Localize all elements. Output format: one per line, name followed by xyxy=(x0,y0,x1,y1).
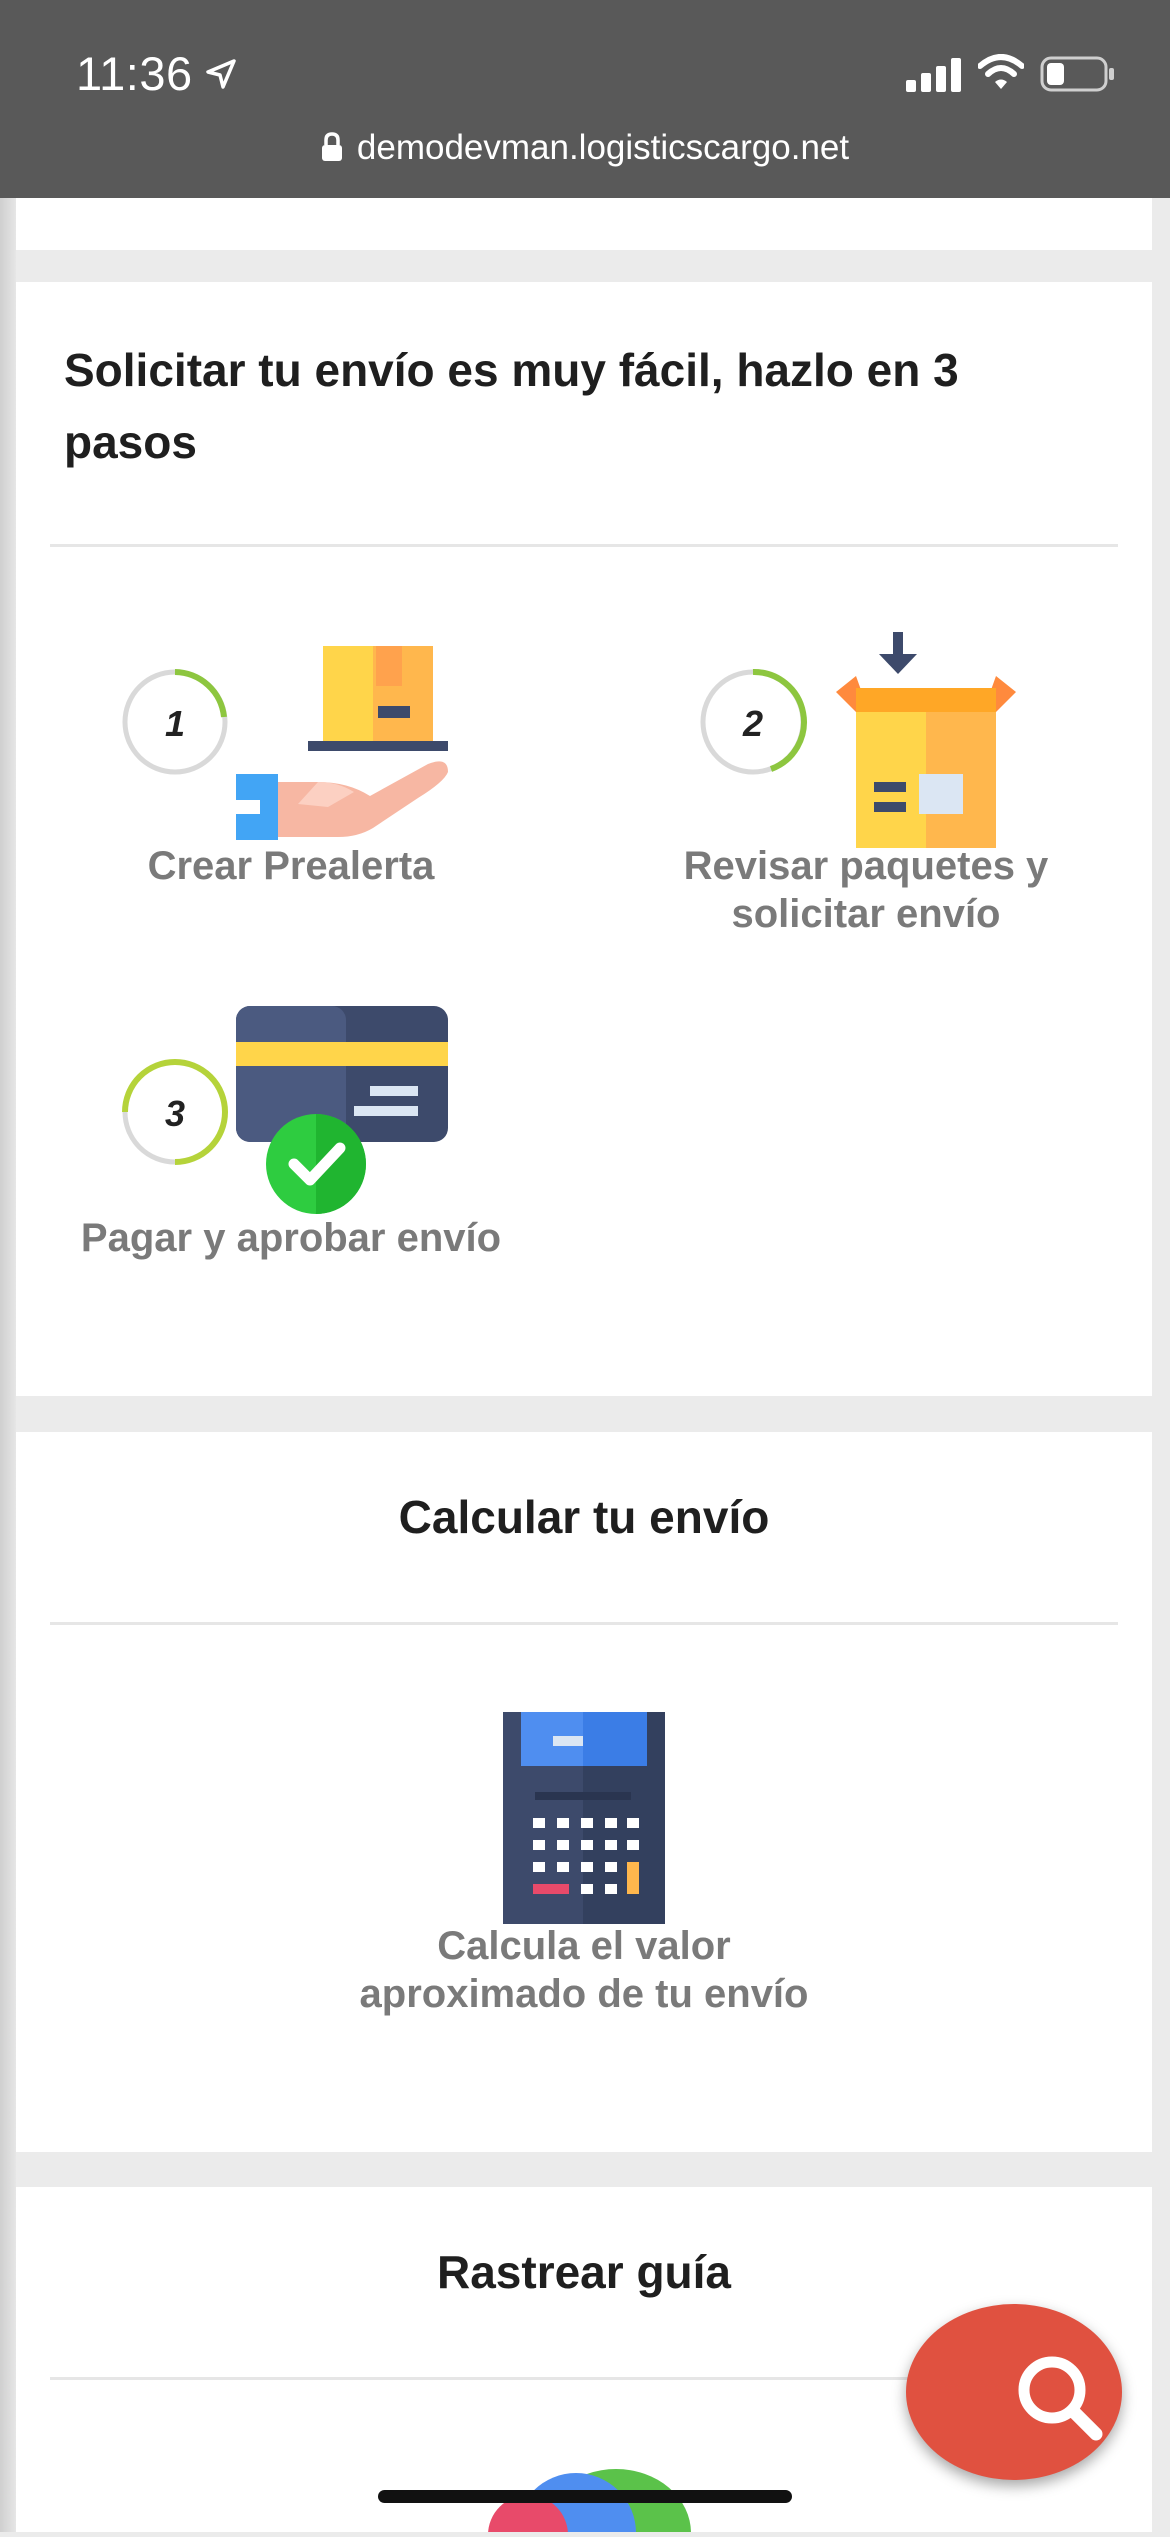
cellular-signal-icon xyxy=(906,58,962,97)
step-number-ring-icon: 2 xyxy=(700,668,807,775)
credit-card-check-icon xyxy=(236,1006,448,1214)
calc-divider xyxy=(50,1622,1118,1625)
status-time: 11:36 xyxy=(76,47,193,100)
calc-card: Calcular tu envío Calcula el valor aprox… xyxy=(16,1432,1152,2152)
address-bar[interactable]: demodevman.logisticscargo.net xyxy=(0,128,1170,171)
location-arrow-icon xyxy=(205,58,237,95)
step-3-label[interactable]: Pagar y aprobar envío xyxy=(76,1214,506,1262)
open-box-icon xyxy=(836,632,1016,848)
lock-icon xyxy=(321,131,343,171)
step-2-label[interactable]: Revisar paquetes y solicitar envío xyxy=(636,842,1096,938)
step-2-illustration[interactable]: 2 xyxy=(696,632,1036,857)
track-title: Rastrear guía xyxy=(436,2246,731,2298)
steps-title: Solicitar tu envío es muy fácil, hazlo e… xyxy=(64,344,959,468)
battery-icon xyxy=(1040,56,1116,97)
wifi-icon xyxy=(977,54,1025,95)
calc-title: Calcular tu envío xyxy=(398,1491,770,1543)
url-text: demodevman.logisticscargo.net xyxy=(356,128,850,167)
steps-divider xyxy=(50,544,1118,547)
step-1-number: 1 xyxy=(165,703,185,744)
calc-label[interactable]: Calcula el valor aproximado de tu envío xyxy=(334,1922,834,2018)
left-edge-shade xyxy=(0,198,16,2532)
step-1-label[interactable]: Crear Prealerta xyxy=(76,842,506,890)
step-number-ring-icon: 3 xyxy=(122,1059,228,1165)
package-hand-icon xyxy=(236,646,448,840)
step-1-illustration[interactable]: 1 xyxy=(118,632,458,857)
step-2-number: 2 xyxy=(742,703,763,744)
home-indicator xyxy=(378,2490,792,2503)
previous-card xyxy=(16,198,1152,250)
status-bar: 11:36 demodevman.logisticscargo.net xyxy=(0,0,1170,198)
step-number-ring-icon: 1 xyxy=(122,669,228,775)
step-3-illustration[interactable]: 3 xyxy=(118,1004,458,1239)
steps-card: Solicitar tu envío es muy fácil, hazlo e… xyxy=(16,282,1152,1396)
search-icon xyxy=(1012,2350,1104,2447)
calculator-icon[interactable] xyxy=(503,1712,665,1929)
step-3-number: 3 xyxy=(165,1093,185,1134)
search-fab[interactable] xyxy=(906,2304,1122,2480)
